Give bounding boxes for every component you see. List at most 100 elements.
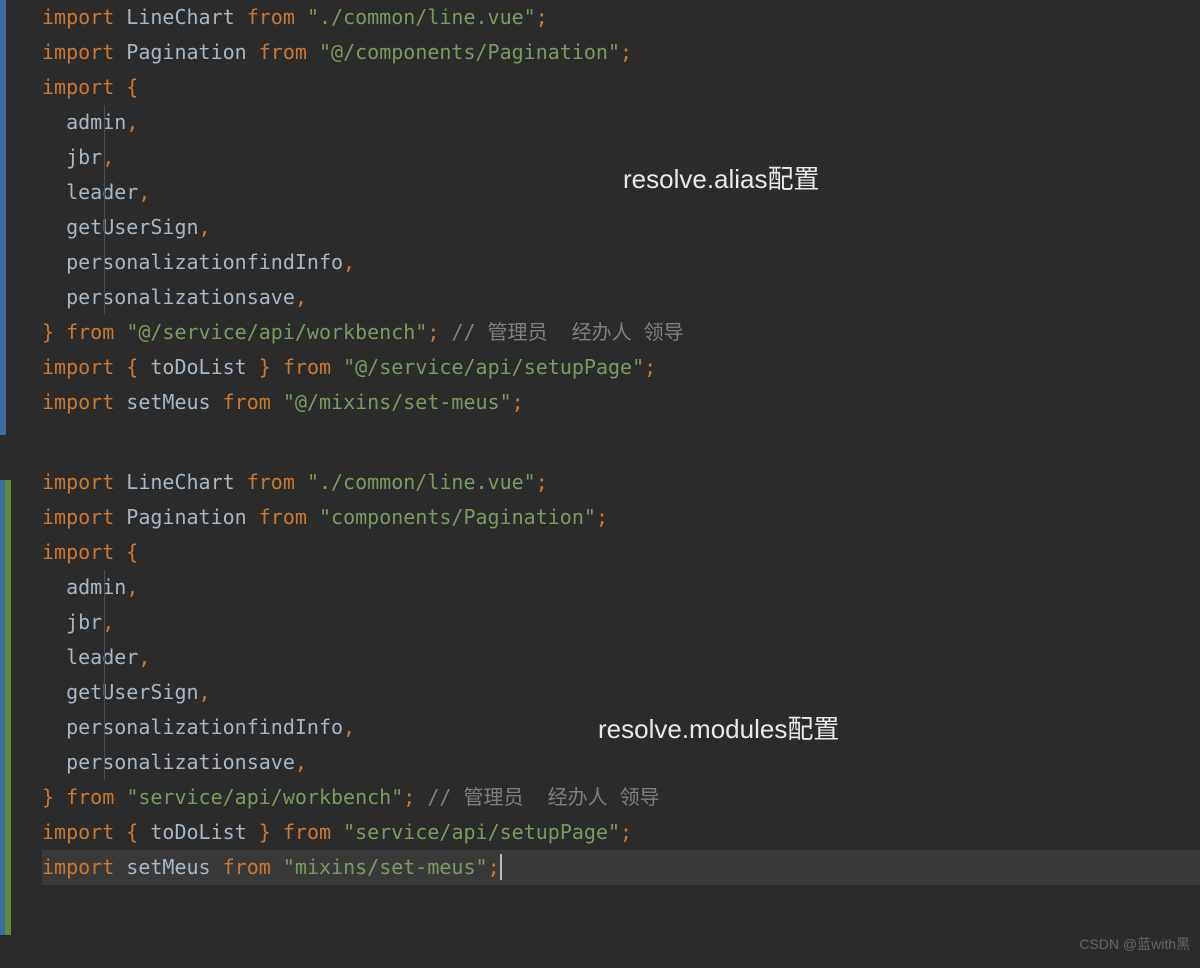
keyword-import: import xyxy=(42,40,114,64)
code-line[interactable]: } from "@/service/api/workbench"; // 管理员… xyxy=(42,315,1200,350)
code-line[interactable]: jbr, xyxy=(42,605,1200,640)
keyword-import: import xyxy=(42,390,114,414)
string-path: "@/service/api/workbench" xyxy=(126,320,427,344)
code-line[interactable]: personalizationfindInfo, xyxy=(42,245,1200,280)
identifier: admin xyxy=(66,110,126,134)
identifier: Pagination xyxy=(126,40,246,64)
annotation-modules: resolve.modules配置 xyxy=(598,712,839,747)
code-line[interactable]: import Pagination from "components/Pagin… xyxy=(42,500,1200,535)
space xyxy=(114,5,126,29)
comma: , xyxy=(126,575,138,599)
code-line[interactable]: leader, xyxy=(42,640,1200,675)
identifier: personalizationfindInfo xyxy=(66,250,343,274)
code-line[interactable]: getUserSign, xyxy=(42,210,1200,245)
code-line[interactable]: admin, xyxy=(42,570,1200,605)
keyword-import: import xyxy=(42,505,114,529)
string-path: "./common/line.vue" xyxy=(307,470,536,494)
identifier: getUserSign xyxy=(66,680,198,704)
identifier: jbr xyxy=(66,610,102,634)
code-line[interactable]: import setMeus from "@/mixins/set-meus"; xyxy=(42,385,1200,420)
identifier: leader xyxy=(66,180,138,204)
identifier: personalizationsave xyxy=(66,750,295,774)
keyword-from: from xyxy=(247,470,295,494)
code-line[interactable]: import { toDoList } from "service/api/se… xyxy=(42,815,1200,850)
brace-open: { xyxy=(126,540,138,564)
brace-close: } xyxy=(259,820,271,844)
identifier: getUserSign xyxy=(66,215,198,239)
blank-gap xyxy=(42,420,1200,465)
code-line[interactable]: getUserSign, xyxy=(42,675,1200,710)
identifier: leader xyxy=(66,645,138,669)
keyword-from: from xyxy=(247,5,295,29)
identifier: personalizationfindInfo xyxy=(66,715,343,739)
keyword-from: from xyxy=(283,355,331,379)
comma: , xyxy=(343,715,355,739)
semicolon: ; xyxy=(620,820,632,844)
code-line[interactable]: import LineChart from "./common/line.vue… xyxy=(42,0,1200,35)
comma: , xyxy=(295,285,307,309)
brace-close: } xyxy=(42,320,54,344)
identifier: toDoList xyxy=(150,820,246,844)
keyword-import: import xyxy=(42,540,114,564)
string-path: "mixins/set-meus" xyxy=(283,855,488,879)
string-path: "@/components/Pagination" xyxy=(319,40,620,64)
code-line-active[interactable]: import setMeus from "mixins/set-meus"; xyxy=(42,850,1200,885)
code-line[interactable]: jbr, xyxy=(42,140,1200,175)
semicolon: ; xyxy=(536,5,548,29)
identifier: LineChart xyxy=(126,5,234,29)
semicolon: ; xyxy=(403,785,415,809)
string-path: "service/api/workbench" xyxy=(126,785,403,809)
identifier: Pagination xyxy=(126,505,246,529)
keyword-from: from xyxy=(223,390,271,414)
code-line[interactable]: import { xyxy=(42,535,1200,570)
text-caret xyxy=(500,854,502,880)
comma: , xyxy=(343,250,355,274)
identifier: setMeus xyxy=(126,855,210,879)
brace-open: { xyxy=(126,820,138,844)
string-path: "@/service/api/setupPage" xyxy=(343,355,644,379)
identifier: personalizationsave xyxy=(66,285,295,309)
code-line[interactable]: import { xyxy=(42,70,1200,105)
indent-guide xyxy=(104,105,105,140)
comma: , xyxy=(138,180,150,204)
semicolon: ; xyxy=(536,470,548,494)
brace-open: { xyxy=(126,75,138,99)
keyword-from: from xyxy=(66,785,114,809)
code-editor[interactable]: import LineChart from "./common/line.vue… xyxy=(0,0,1200,885)
code-line[interactable]: import { toDoList } from "@/service/api/… xyxy=(42,350,1200,385)
keyword-from: from xyxy=(259,40,307,64)
comma: , xyxy=(126,110,138,134)
code-line[interactable]: personalizationsave, xyxy=(42,280,1200,315)
identifier: toDoList xyxy=(150,355,246,379)
string-path: "components/Pagination" xyxy=(319,505,596,529)
identifier: admin xyxy=(66,575,126,599)
comma: , xyxy=(199,215,211,239)
keyword-import: import xyxy=(42,75,114,99)
comment: // 管理员 经办人 领导 xyxy=(451,320,683,344)
code-line[interactable]: admin, xyxy=(42,105,1200,140)
semicolon: ; xyxy=(596,505,608,529)
semicolon: ; xyxy=(427,320,439,344)
watermark: CSDN @蓝with黑 xyxy=(1079,927,1190,962)
comma: , xyxy=(199,680,211,704)
keyword-import: import xyxy=(42,355,114,379)
comma: , xyxy=(295,750,307,774)
string-path: "./common/line.vue" xyxy=(307,5,536,29)
keyword-import: import xyxy=(42,5,114,29)
identifier: setMeus xyxy=(126,390,210,414)
gutter-marker-modified xyxy=(0,0,6,435)
identifier: jbr xyxy=(66,145,102,169)
code-line[interactable]: import Pagination from "@/components/Pag… xyxy=(42,35,1200,70)
keyword-import: import xyxy=(42,820,114,844)
semicolon: ; xyxy=(512,390,524,414)
code-line[interactable]: personalizationsave, xyxy=(42,745,1200,780)
gutter xyxy=(0,0,11,885)
brace-close: } xyxy=(42,785,54,809)
code-line[interactable]: leader, xyxy=(42,175,1200,210)
semicolon: ; xyxy=(644,355,656,379)
string-path: "@/mixins/set-meus" xyxy=(283,390,512,414)
code-line[interactable]: import LineChart from "./common/line.vue… xyxy=(42,465,1200,500)
semicolon: ; xyxy=(620,40,632,64)
code-line[interactable]: } from "service/api/workbench"; // 管理员 经… xyxy=(42,780,1200,815)
keyword-import: import xyxy=(42,855,114,879)
